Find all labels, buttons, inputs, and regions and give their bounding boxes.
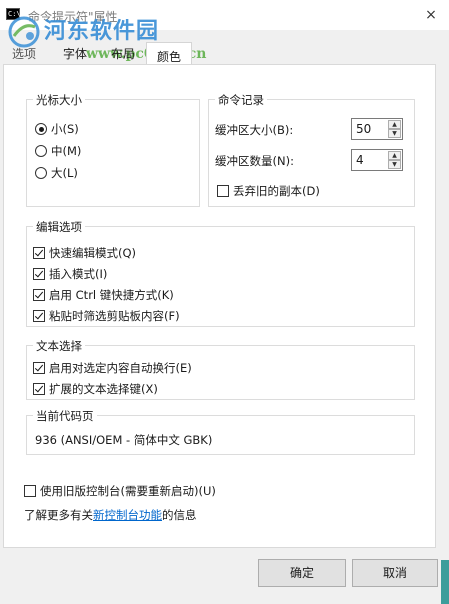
command-history-group: 命令记录 缓冲区大小(B): 50 ▲ ▼ 缓冲区数量(N): 4 ▲ ▼ 丢弃…: [208, 92, 415, 207]
command-history-title: 命令记录: [215, 92, 267, 108]
radio-cursor-small-label: 小(S): [51, 122, 79, 136]
buffer-count-stepper[interactable]: 4 ▲ ▼: [351, 149, 403, 171]
tab-options[interactable]: 选项: [0, 40, 48, 64]
text-selection-group: 文本选择 启用对选定内容自动换行(E) 扩展的文本选择键(X): [26, 338, 415, 400]
text-selection-title: 文本选择: [33, 338, 85, 354]
extended-keys-checkbox[interactable]: [33, 383, 45, 395]
cursor-size-group: 光标大小 小(S) 中(M) 大(L): [26, 92, 200, 207]
quick-edit-checkbox[interactable]: [33, 247, 45, 259]
buffer-size-label: 缓冲区大小(B):: [215, 123, 294, 137]
options-panel: 光标大小 小(S) 中(M) 大(L) 命令记录 缓冲区大小(B): 50 ▲ …: [3, 64, 436, 548]
ctrl-shortcuts-label: 启用 Ctrl 键快捷方式(K): [49, 288, 174, 302]
codepage-title: 当前代码页: [33, 408, 97, 424]
radio-cursor-large[interactable]: [35, 167, 47, 179]
new-console-features-link[interactable]: 新控制台功能: [93, 508, 162, 522]
extended-keys-label: 扩展的文本选择键(X): [49, 382, 158, 396]
quick-edit-label: 快速编辑模式(Q): [49, 246, 137, 260]
edit-options-group: 编辑选项 快速编辑模式(Q) 插入模式(I) 启用 Ctrl 键快捷方式(K) …: [26, 219, 415, 327]
buffer-count-down-icon[interactable]: ▼: [388, 160, 401, 169]
discard-old-label: 丢弃旧的副本(D): [233, 184, 320, 198]
tab-font[interactable]: 字体: [50, 40, 100, 64]
legacy-console-checkbox[interactable]: [24, 485, 36, 497]
insert-mode-label: 插入模式(I): [49, 267, 108, 281]
filter-paste-label: 粘贴时筛选剪贴板内容(F): [49, 309, 180, 323]
radio-cursor-large-label: 大(L): [51, 166, 78, 180]
radio-cursor-medium[interactable]: [35, 145, 47, 157]
buffer-count-up-icon[interactable]: ▲: [388, 151, 401, 160]
buffer-count-value[interactable]: 4: [356, 153, 364, 167]
insert-mode-checkbox[interactable]: [33, 268, 45, 280]
discard-old-checkbox[interactable]: [217, 185, 229, 197]
close-button[interactable]: ×: [420, 4, 442, 26]
edit-options-title: 编辑选项: [33, 219, 85, 235]
cancel-button[interactable]: 取消: [352, 559, 438, 587]
desktop-edge: [441, 560, 449, 604]
radio-cursor-small[interactable]: [35, 123, 47, 135]
radio-cursor-medium-label: 中(M): [51, 144, 82, 158]
codepage-value: 936 (ANSI/OEM - 简体中文 GBK): [35, 433, 213, 447]
learn-more-text: 了解更多有关新控制台功能的信息: [24, 507, 197, 523]
ok-button[interactable]: 确定: [258, 559, 346, 587]
line-wrap-label: 启用对选定内容自动换行(E): [49, 361, 192, 375]
learn-more-suffix: 的信息: [162, 508, 197, 522]
buffer-size-up-icon[interactable]: ▲: [388, 120, 401, 129]
buffer-size-down-icon[interactable]: ▼: [388, 129, 401, 138]
ctrl-shortcuts-checkbox[interactable]: [33, 289, 45, 301]
filter-paste-checkbox[interactable]: [33, 310, 45, 322]
buffer-count-label: 缓冲区数量(N):: [215, 154, 294, 168]
tab-colors[interactable]: 颜色: [146, 42, 192, 66]
codepage-group: 当前代码页 936 (ANSI/OEM - 简体中文 GBK): [26, 408, 415, 455]
tab-layout[interactable]: 布局: [100, 40, 146, 64]
learn-more-prefix: 了解更多有关: [24, 508, 93, 522]
legacy-console-label: 使用旧版控制台(需要重新启动)(U): [40, 484, 216, 498]
buffer-size-value[interactable]: 50: [356, 122, 371, 136]
cursor-size-title: 光标大小: [33, 92, 85, 108]
buffer-size-stepper[interactable]: 50 ▲ ▼: [351, 118, 403, 140]
line-wrap-checkbox[interactable]: [33, 362, 45, 374]
